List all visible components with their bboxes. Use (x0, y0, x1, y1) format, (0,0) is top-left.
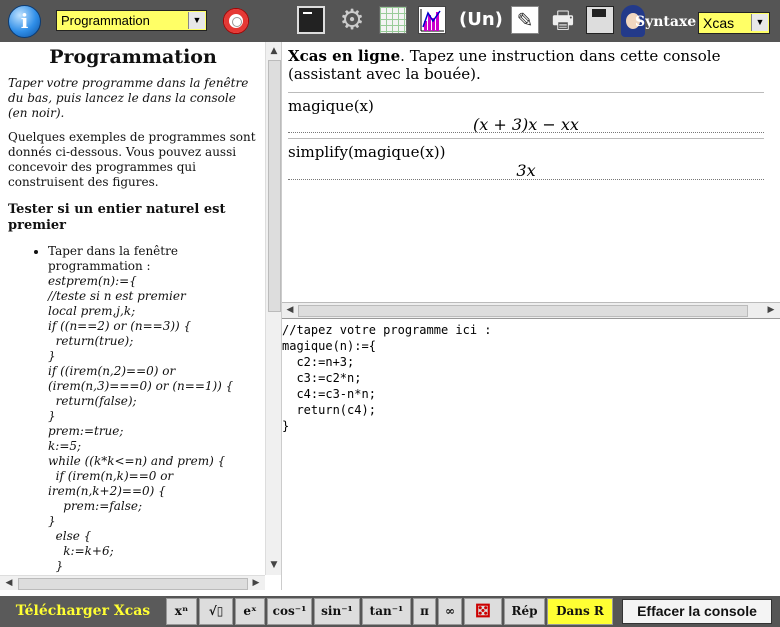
console-command[interactable]: magique(x) (288, 93, 764, 115)
scroll-right-icon[interactable]: ▶ (764, 303, 778, 317)
lifebuoy-icon[interactable] (223, 8, 249, 34)
previous-answer-button[interactable]: Rép (504, 598, 545, 625)
code-line: return(false); (48, 394, 137, 408)
scroll-left-icon[interactable]: ◀ (2, 576, 16, 590)
examples-text: Quelques exemples de programmes sont don… (8, 130, 256, 189)
console-entry[interactable]: simplify(magique(x)) 3x (288, 138, 764, 181)
editor-line[interactable]: } (282, 418, 492, 434)
mode-select-value: Programmation (61, 13, 150, 28)
scroll-down-icon[interactable]: ▼ (267, 558, 281, 572)
console-command[interactable]: simplify(magique(x)) (288, 139, 764, 161)
scroll-thumb[interactable] (268, 60, 281, 312)
editor-line[interactable]: return(c4); (282, 402, 492, 418)
code-line: while ((k*k<=n) and prem) { (48, 454, 226, 468)
console[interactable]: Xcas en ligne. Tapez une instruction dan… (282, 42, 780, 302)
program-editor[interactable]: //tapez votre programme ici : magique(n):… (282, 318, 780, 591)
help-panel: Programmation Taper votre programme dans… (0, 42, 282, 590)
exp-button[interactable]: eˣ (235, 598, 265, 625)
code-line: return(true); (48, 334, 134, 348)
dice-icon: ⚄ (475, 601, 491, 622)
code-line: k:=5; (48, 439, 82, 453)
scroll-thumb[interactable] (18, 578, 248, 590)
scroll-up-icon[interactable]: ▲ (267, 44, 281, 58)
clear-console-button[interactable]: Effacer la console (622, 599, 772, 624)
code-line: local prem,j,k; (48, 304, 136, 318)
syntax-select[interactable]: Xcas ▼ (698, 12, 770, 34)
editor-line[interactable]: c4:=c3-n*n; (282, 386, 492, 402)
download-link[interactable]: Télécharger Xcas (0, 596, 166, 627)
editor-line[interactable]: //tapez votre programme ici : (282, 322, 492, 338)
console-header: Xcas en ligne. Tapez une instruction dan… (288, 47, 764, 83)
bottom-toolbar: Télécharger Xcas xⁿ √▯ eˣ cos⁻¹ sin⁻¹ ta… (0, 596, 780, 627)
console-icon[interactable] (297, 6, 325, 34)
graph-icon[interactable] (418, 6, 446, 34)
settings-icon[interactable]: ⚙ (338, 6, 366, 34)
console-result: 3x (516, 161, 536, 180)
code-example: estprem(n):={//teste si n est premier loc… (48, 274, 258, 574)
list-item-text: Taper dans la fenêtre programmation : (48, 244, 178, 273)
code-line: irem(n,k+2)==0) { (48, 484, 166, 498)
sqrt-button[interactable]: √▯ (199, 598, 233, 625)
real-domain-toggle[interactable]: Dans R (547, 598, 613, 625)
code-line: if (irem(n,k)==0 or (48, 469, 174, 483)
console-entry[interactable]: magique(x) (x + 3)x − xx (288, 92, 764, 135)
atan-button[interactable]: tan⁻¹ (362, 598, 411, 625)
list-item: Taper dans la fenêtre programmation : es… (48, 244, 258, 574)
code-line: k:=k+6; (48, 544, 114, 558)
sequence-icon[interactable]: (Un) (459, 6, 503, 34)
infinity-button[interactable]: ∞ (438, 598, 462, 625)
info-icon[interactable]: i (8, 5, 41, 38)
code-line: } (48, 514, 56, 528)
editor-line[interactable]: c3:=c2*n; (282, 370, 492, 386)
pi-button[interactable]: π (413, 598, 436, 625)
mode-select[interactable]: Programmation ▼ (56, 10, 207, 31)
power-button[interactable]: xⁿ (166, 598, 197, 625)
printer-icon[interactable]: 🖶 (549, 6, 577, 34)
panel-title: Programmation (49, 46, 217, 68)
code-line: } (48, 409, 56, 423)
code-line: prem:=true; (48, 424, 124, 438)
code-line: //teste si n est premier (48, 289, 186, 303)
editor-code[interactable]: //tapez votre programme ici : magique(n):… (282, 322, 492, 434)
top-toolbar: i Programmation ▼ ⚙ (Un) ✎ 🖶 Syntaxe Xca… (0, 0, 780, 42)
horizontal-scrollbar[interactable]: ◀ ▶ (0, 575, 265, 590)
code-line: if ((n==2) or (n==3)) { (48, 319, 192, 333)
console-scrollbar[interactable]: ◀ ▶ (282, 302, 780, 319)
divider (288, 179, 764, 180)
code-line: prem:=false; (48, 499, 142, 513)
scroll-left-icon[interactable]: ◀ (283, 303, 297, 317)
vertical-scrollbar[interactable]: ▲ ▼ (265, 42, 281, 575)
help-content: Programmation Taper votre programme dans… (8, 42, 258, 574)
code-line: (irem(n,3)===0) or (n==1)) { (48, 379, 234, 393)
scroll-right-icon[interactable]: ▶ (249, 576, 263, 590)
pencil-icon[interactable]: ✎ (511, 6, 539, 34)
dice-button[interactable]: ⚄ (464, 598, 502, 625)
editor-line[interactable]: c2:=n+3; (282, 354, 492, 370)
spreadsheet-icon[interactable] (379, 6, 407, 34)
code-line: } (48, 349, 56, 363)
code-line: } (48, 559, 64, 573)
code-line: else { (48, 529, 92, 543)
chevron-down-icon: ▼ (751, 14, 768, 31)
asin-button[interactable]: sin⁻¹ (314, 598, 360, 625)
console-header-title: Xcas en ligne (288, 47, 401, 65)
editor-line[interactable]: magique(n):={ (282, 338, 492, 354)
save-icon[interactable] (586, 6, 614, 34)
divider (288, 132, 764, 133)
intro-text: Taper votre programme dans la fenêtre du… (8, 76, 249, 120)
scroll-thumb[interactable] (298, 305, 748, 317)
code-line: estprem(n):={ (48, 274, 137, 288)
syntax-label: Syntaxe (635, 14, 697, 30)
section-heading: Tester si un entier naturel est premier (8, 202, 226, 233)
acos-button[interactable]: cos⁻¹ (267, 598, 312, 625)
syntax-select-value: Xcas (703, 15, 735, 31)
chevron-down-icon: ▼ (188, 12, 205, 29)
code-line: if ((irem(n,2)==0) or (48, 364, 176, 378)
example-list: Taper dans la fenêtre programmation : es… (8, 244, 258, 574)
